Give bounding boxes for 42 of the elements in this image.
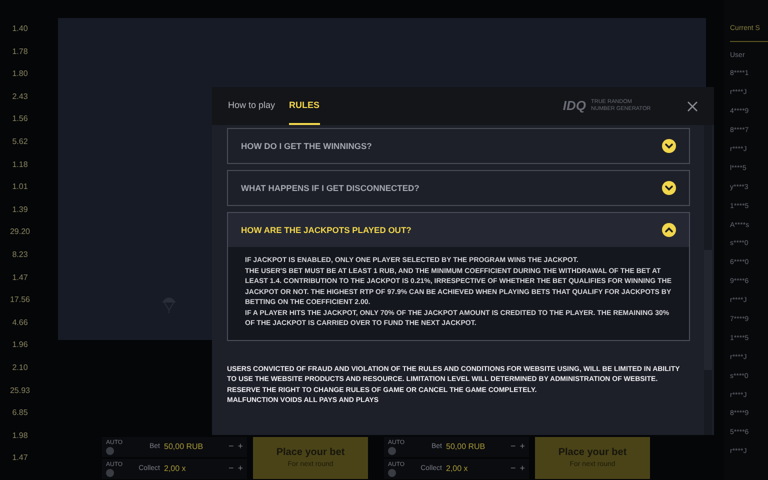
multiplier-value: 1.56 [12, 113, 28, 126]
multiplier-value: 8.23 [12, 248, 28, 261]
amount-field[interactable]: 2,00 x [446, 463, 506, 475]
plus-button[interactable]: + [238, 462, 243, 476]
amount-field[interactable]: 50,00 RUB [446, 441, 506, 453]
multiplier-value: 6.85 [12, 407, 28, 420]
minus-button[interactable]: − [228, 462, 234, 476]
auto-toggle[interactable] [106, 446, 114, 454]
amount-field[interactable]: 50,00 RUB [164, 441, 224, 453]
minus-button[interactable]: − [228, 440, 234, 454]
multiplier-value: 1.98 [12, 430, 28, 442]
multiplier-value: 1.96 [12, 339, 28, 352]
multiplier-value: 25.93 [10, 384, 30, 396]
auto-toggle[interactable] [106, 468, 114, 476]
multiplier-value: 1.01 [12, 181, 28, 194]
faq-question[interactable]: HOW DO I GET THE WINNINGS? [228, 129, 689, 163]
multiplier-value: 1.47 [12, 272, 28, 284]
multiplier-value: 2.43 [12, 90, 28, 103]
minus-button[interactable]: − [510, 440, 516, 454]
faq-question[interactable]: HOW ARE THE JACKPOTS PLAYED OUT? [228, 213, 689, 247]
dialog-tab[interactable]: RULES [289, 87, 320, 125]
plus-button[interactable]: + [238, 440, 243, 454]
multiplier-value: 1.39 [12, 204, 28, 216]
auto-toggle[interactable] [388, 468, 396, 476]
multiplier-value: 1.80 [12, 68, 28, 80]
multiplier-value: 17.56 [10, 294, 30, 306]
amount-field[interactable]: 2,00 x [164, 463, 224, 475]
multiplier-value: 2.10 [12, 362, 28, 374]
multiplier-value: 1.47 [12, 452, 28, 464]
faq-question[interactable]: WHAT HAPPENS IF I GET DISCONNECTED? [228, 171, 689, 205]
multiplier-value: 5.62 [12, 136, 28, 148]
plus-button[interactable]: + [520, 440, 525, 454]
multiplier-value: 1.78 [12, 46, 28, 58]
plus-button[interactable]: + [520, 462, 525, 476]
auto-toggle[interactable] [388, 446, 396, 454]
multiplier-value: 1.40 [12, 23, 28, 35]
multiplier-value: 1.18 [12, 158, 28, 171]
close-icon[interactable] [687, 100, 698, 112]
multiplier-value: 4.66 [12, 316, 28, 329]
minus-button[interactable]: − [510, 462, 516, 476]
dialog-tab[interactable]: How to play [228, 87, 276, 125]
multiplier-value: 29.20 [10, 226, 30, 238]
